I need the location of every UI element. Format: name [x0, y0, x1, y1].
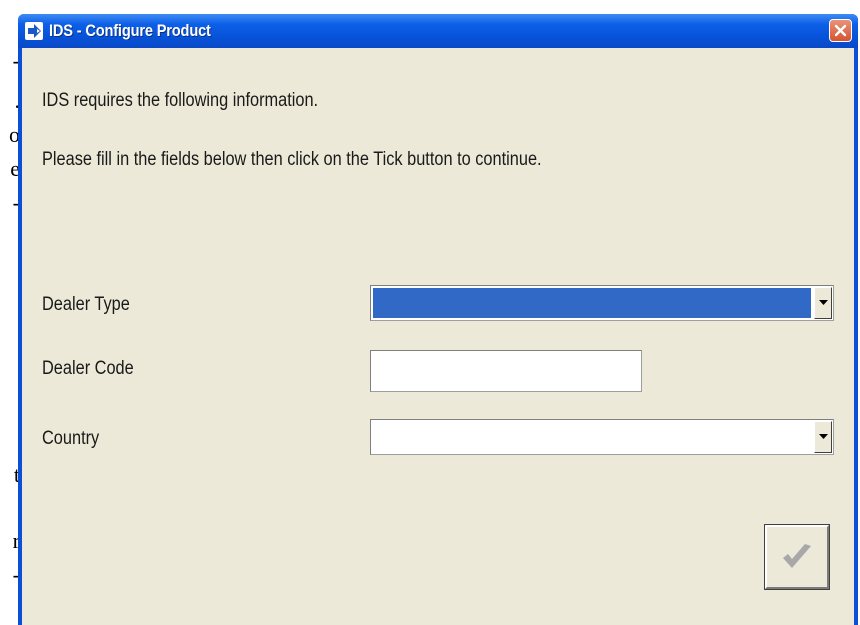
- country-label: Country: [42, 428, 100, 449]
- dealer-type-dropdown-button[interactable]: [814, 287, 832, 319]
- configure-product-dialog: IDS - Configure Product IDS requires the…: [18, 14, 858, 625]
- instruction-message: Please fill in the fields below then cli…: [42, 149, 542, 170]
- country-selected-value: [373, 422, 811, 452]
- dialog-body: IDS requires the following information. …: [22, 48, 854, 625]
- background-text-fragment: e: [10, 156, 20, 181]
- background-text-fragment: -: [12, 48, 20, 73]
- dealer-type-selected-value: [373, 288, 811, 318]
- country-dropdown-button[interactable]: [814, 421, 832, 453]
- window-title: IDS - Configure Product: [49, 21, 211, 40]
- dealer-type-label: Dealer Type: [42, 294, 130, 315]
- dealer-type-select[interactable]: [370, 285, 834, 321]
- background-text-fragment: .: [0, 88, 21, 114]
- ids-logo-icon: [25, 22, 43, 40]
- background-text-fragment: t: [13, 462, 20, 487]
- chevron-down-icon: [818, 434, 828, 439]
- info-message: IDS requires the following information.: [42, 90, 319, 111]
- title-bar[interactable]: IDS - Configure Product: [18, 14, 858, 48]
- dealer-code-label: Dealer Code: [42, 358, 134, 379]
- chevron-down-icon: [818, 300, 828, 305]
- background-text-fragment: r: [12, 528, 20, 553]
- tick-confirm-button[interactable]: [764, 524, 830, 590]
- dealer-code-input[interactable]: [370, 350, 642, 392]
- background-text-fragment: -: [12, 562, 20, 587]
- close-icon: [834, 24, 847, 37]
- background-text-fragment: -: [12, 190, 20, 215]
- country-select[interactable]: [370, 419, 834, 455]
- close-button[interactable]: [829, 19, 852, 42]
- background-text-fragment: o: [9, 122, 20, 147]
- checkmark-icon: [783, 544, 811, 568]
